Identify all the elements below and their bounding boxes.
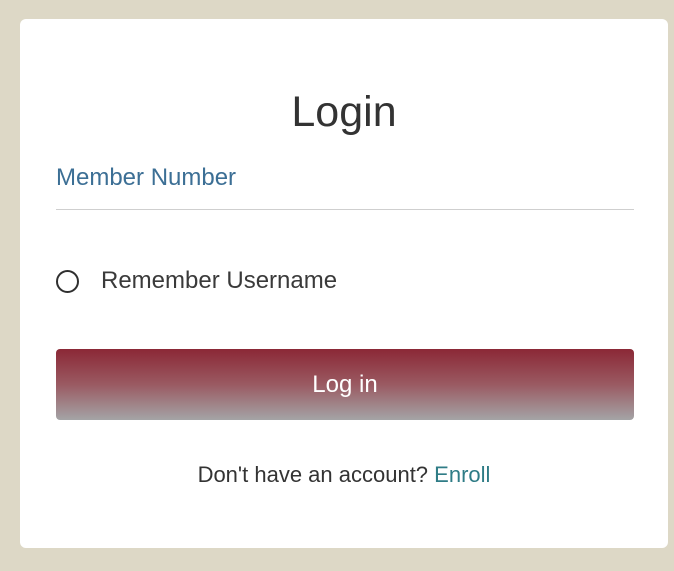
login-card: Login Member Number Remember Username Lo… — [20, 19, 668, 548]
login-button[interactable]: Log in — [56, 349, 634, 420]
page-title: Login — [291, 88, 397, 136]
remember-username-option[interactable]: Remember Username — [56, 269, 337, 293]
enroll-prompt-row: Don't have an account? Enroll — [20, 464, 668, 486]
remember-username-label: Remember Username — [101, 267, 338, 294]
remember-username-radio[interactable] — [56, 269, 79, 293]
member-number-field[interactable]: Member Number — [56, 166, 236, 190]
enroll-prompt-text: Don't have an account? — [197, 462, 429, 487]
enroll-link[interactable]: Enroll — [434, 462, 490, 487]
member-number-underline — [56, 209, 634, 210]
